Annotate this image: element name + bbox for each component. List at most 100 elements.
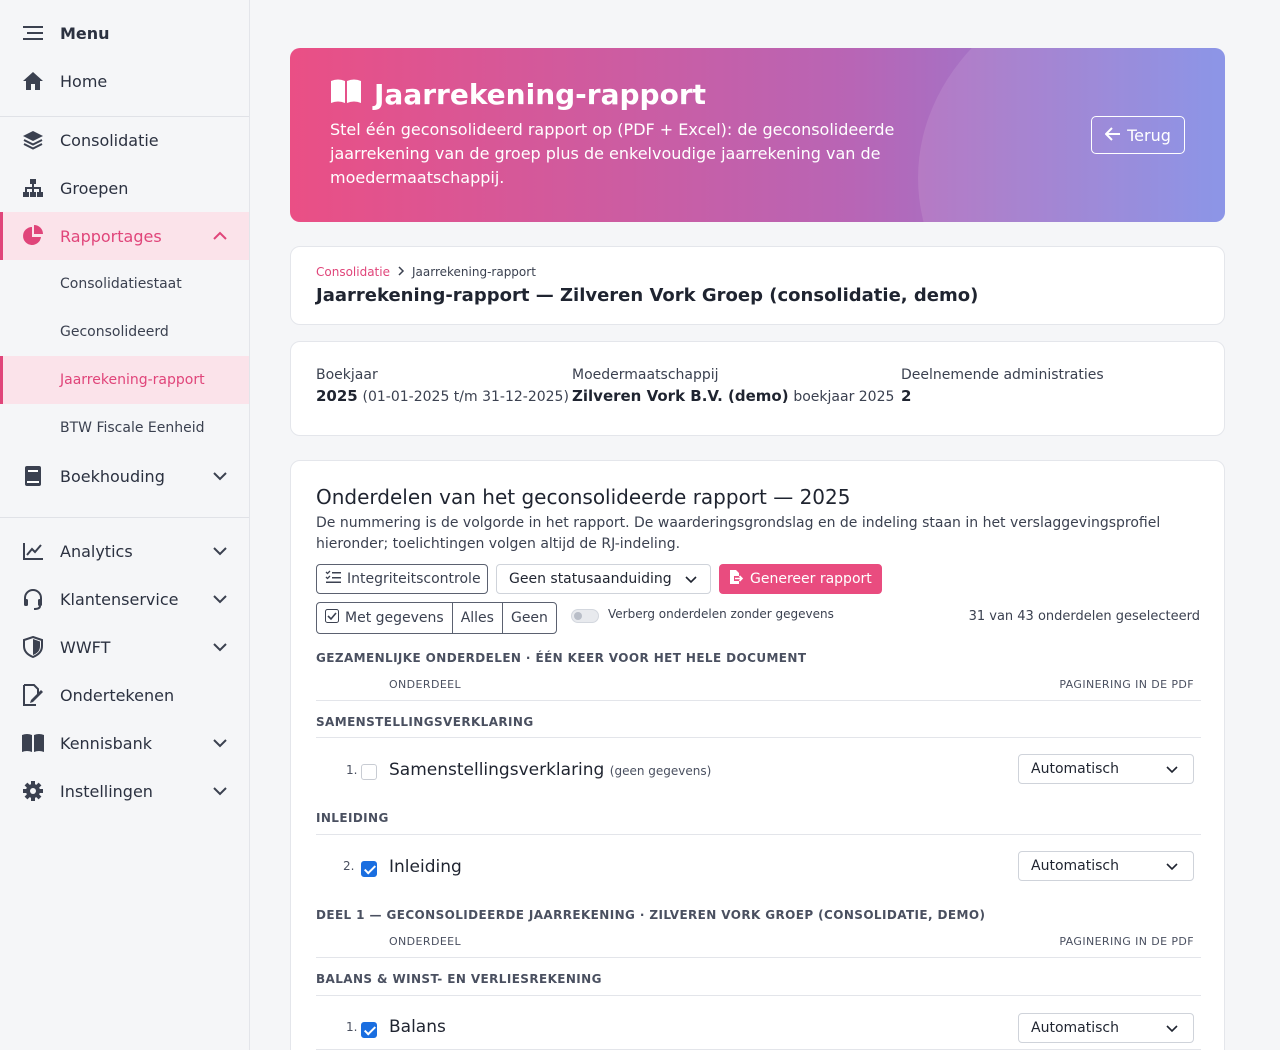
sidebar-item-klantenservice[interactable]: Klantenservice bbox=[0, 575, 249, 623]
hide-empty-label: Verberg onderdelen zonder gegevens bbox=[608, 607, 834, 621]
book-icon bbox=[21, 464, 45, 488]
filter-none-button[interactable]: Geen bbox=[503, 603, 556, 633]
sidebar-item-label: Geconsolideerd bbox=[60, 324, 169, 340]
banner-title-text: Jaarrekening-rapport bbox=[374, 78, 707, 111]
column-header-paginering: Paginering in de PDF bbox=[1059, 678, 1194, 691]
breadcrumb-link-consolidatie[interactable]: Consolidatie bbox=[316, 265, 390, 279]
chevron-down-icon bbox=[1165, 762, 1179, 780]
menu-label: Menu bbox=[60, 23, 110, 43]
chevron-down-icon bbox=[211, 638, 229, 656]
selection-counter: 31 van 43 onderdelen geselecteerd bbox=[968, 609, 1200, 624]
info-label: Deelnemende administraties bbox=[901, 367, 1104, 383]
integrity-check-button[interactable]: Integriteitscontrole bbox=[316, 564, 488, 594]
sidebar-item-home[interactable]: Home bbox=[0, 57, 249, 105]
moeder-extra: boekjaar 2025 bbox=[793, 389, 895, 405]
chevron-down-icon bbox=[211, 467, 229, 485]
open-book-icon bbox=[21, 731, 45, 755]
back-button[interactable]: Terug bbox=[1091, 116, 1185, 154]
banner-title: Jaarrekening-rapport bbox=[330, 78, 706, 111]
pagination-select[interactable]: Automatisch bbox=[1018, 851, 1194, 881]
divider bbox=[316, 700, 1201, 701]
pagination-select[interactable]: Automatisch bbox=[1018, 1013, 1194, 1043]
row-label: Balans bbox=[389, 1017, 446, 1037]
shield-icon bbox=[21, 635, 45, 659]
column-header-onderdeel: Onderdeel bbox=[389, 678, 462, 691]
group-heading: Deel 1 — Geconsolideerde jaarrekening · … bbox=[316, 908, 986, 922]
pagination-select[interactable]: Automatisch bbox=[1018, 754, 1194, 784]
filter-all-button[interactable]: Alles bbox=[453, 603, 503, 633]
layers-icon bbox=[21, 128, 45, 152]
sidebar-item-boekhouding[interactable]: Boekhouding bbox=[0, 452, 249, 500]
status-select-value: Geen statusaanduiding bbox=[509, 571, 672, 587]
breadcrumb: Consolidatie Jaarrekening-rapport bbox=[316, 265, 536, 279]
sidebar-item-label: WWFT bbox=[60, 637, 111, 657]
hide-empty-toggle[interactable] bbox=[571, 609, 599, 623]
sidebar-item-rapportages[interactable]: Rapportages bbox=[0, 212, 249, 260]
data-filter-group: Met gegevens Alles Geen bbox=[316, 602, 557, 634]
subgroup-heading: Balans & winst- en verliesrekening bbox=[316, 972, 602, 986]
sidebar-item-label: Consolidatie bbox=[60, 130, 159, 150]
home-icon bbox=[21, 69, 45, 93]
info-card: Boekjaar 2025 (01-01-2025 t/m 31-12-2025… bbox=[290, 341, 1225, 436]
deelnemende-value: 2 bbox=[901, 387, 912, 405]
row-number: 2. bbox=[343, 859, 355, 873]
chevron-down-icon bbox=[684, 572, 698, 590]
sidebar-item-label: Boekhouding bbox=[60, 466, 165, 486]
chevron-up-icon bbox=[211, 227, 229, 245]
chevron-down-icon bbox=[211, 542, 229, 560]
signature-icon bbox=[21, 683, 45, 707]
chevron-right-icon bbox=[396, 265, 406, 279]
sidebar-subitem-geconsolideerd[interactable]: Geconsolideerd bbox=[0, 308, 249, 356]
menu-toggle[interactable]: Menu bbox=[0, 9, 249, 57]
file-export-icon bbox=[728, 569, 744, 589]
sidebar-item-ondertekenen[interactable]: Ondertekenen bbox=[0, 671, 249, 719]
sidebar-subitem-jaarrekening-rapport[interactable]: Jaarrekening-rapport bbox=[0, 356, 249, 404]
info-moedermaatschappij: Moedermaatschappij Zilveren Vork B.V. (d… bbox=[572, 367, 894, 405]
divider bbox=[316, 834, 1201, 835]
sidebar-subitem-btw-fiscale-eenheid[interactable]: BTW Fiscale Eenheid bbox=[0, 404, 249, 452]
sidebar-subitem-consolidatiestaat[interactable]: Consolidatiestaat bbox=[0, 260, 249, 308]
sidebar-item-kennisbank[interactable]: Kennisbank bbox=[0, 719, 249, 767]
pagination-select-value: Automatisch bbox=[1031, 761, 1119, 777]
filter-with-data-label: Met gegevens bbox=[345, 610, 444, 626]
row-checkbox[interactable] bbox=[361, 1022, 377, 1038]
section-title: Onderdelen van het geconsolideerde rappo… bbox=[316, 485, 851, 509]
pagination-select-value: Automatisch bbox=[1031, 1020, 1119, 1036]
section-description: De nummering is de volgorde in het rappo… bbox=[316, 515, 1161, 552]
row-checkbox[interactable] bbox=[361, 764, 377, 780]
open-book-icon bbox=[330, 78, 362, 111]
sidebar-item-label: Groepen bbox=[60, 178, 129, 198]
sidebar: Menu Home Consolidatie Groepen Rapportag… bbox=[0, 0, 250, 1050]
filter-none-label: Geen bbox=[510, 610, 548, 626]
sidebar-item-analytics[interactable]: Analytics bbox=[0, 527, 249, 575]
subgroup-heading: Samenstellingsverklaring bbox=[316, 715, 534, 729]
chevron-down-icon bbox=[211, 734, 229, 752]
sidebar-item-groepen[interactable]: Groepen bbox=[0, 164, 249, 212]
generate-report-button[interactable]: Genereer rapport bbox=[719, 564, 882, 594]
sidebar-item-label: Ondertekenen bbox=[60, 685, 175, 705]
sidebar-item-label: Klantenservice bbox=[60, 589, 179, 609]
generate-report-label: Genereer rapport bbox=[750, 571, 872, 587]
chevron-down-icon bbox=[1165, 1021, 1179, 1039]
column-header-paginering: Paginering in de PDF bbox=[1059, 935, 1194, 948]
row-number: 1. bbox=[346, 1020, 358, 1034]
row-checkbox[interactable] bbox=[361, 861, 377, 877]
page-title: Jaarrekening-rapport — Zilveren Vork Gro… bbox=[316, 285, 979, 306]
row-number: 1. bbox=[346, 763, 358, 777]
breadcrumb-current: Jaarrekening-rapport bbox=[411, 265, 536, 279]
sidebar-divider bbox=[0, 517, 249, 518]
status-select[interactable]: Geen statusaanduiding bbox=[496, 564, 711, 594]
divider bbox=[316, 995, 1201, 996]
info-label: Moedermaatschappij bbox=[572, 367, 719, 383]
sidebar-item-instellingen[interactable]: Instellingen bbox=[0, 767, 249, 815]
row-label: Inleiding bbox=[389, 857, 462, 877]
filter-with-data-button[interactable]: Met gegevens bbox=[317, 603, 453, 633]
info-label: Boekjaar bbox=[316, 367, 378, 383]
page-banner: Jaarrekening-rapport Stel één geconsolid… bbox=[290, 48, 1225, 222]
checkbox-check-icon bbox=[325, 609, 339, 627]
sidebar-item-consolidatie[interactable]: Consolidatie bbox=[0, 116, 249, 164]
sidebar-item-label: Jaarrekening-rapport bbox=[60, 372, 205, 388]
sidebar-item-wwft[interactable]: WWFT bbox=[0, 623, 249, 671]
divider bbox=[316, 737, 1201, 738]
sidebar-item-label: Home bbox=[60, 71, 108, 91]
